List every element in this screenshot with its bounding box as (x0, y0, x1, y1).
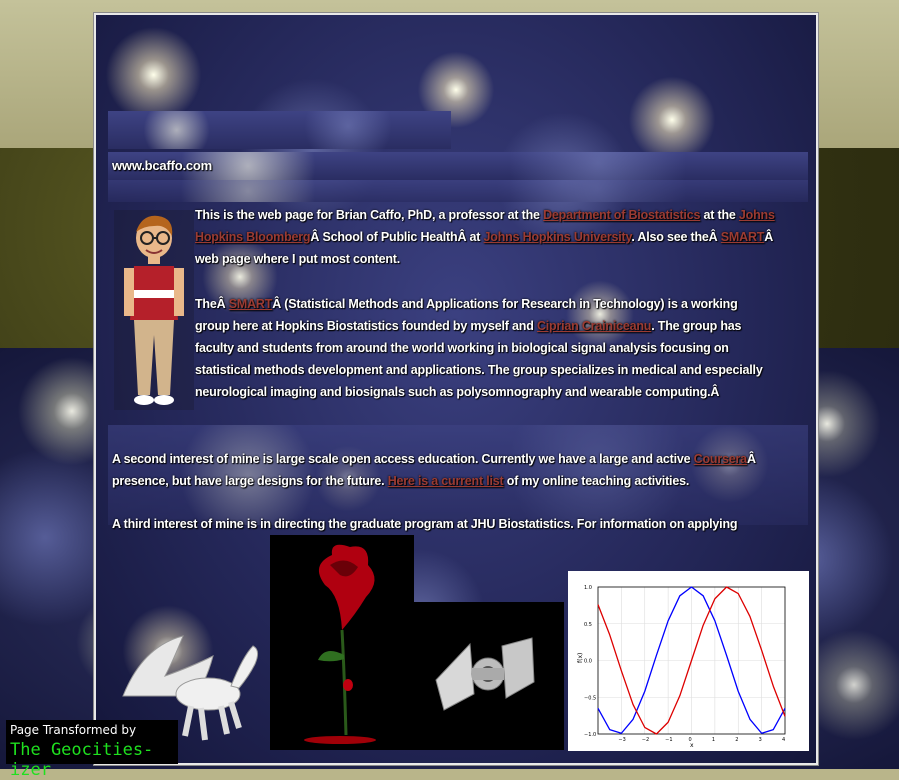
link-department-biostatistics[interactable]: Department of Biostatistics (543, 208, 700, 222)
intro-paragraph: This is the web page for Brian Caffo, Ph… (195, 204, 775, 270)
intro-text: at the (700, 208, 739, 222)
plot-xtick-label: 2 (735, 737, 738, 743)
plot-ytick-label: 0.0 (584, 659, 592, 665)
smart-paragraph: TheÂ SMARTÂ (Statistical Methods and App… (195, 293, 775, 403)
intro-text: This is the web page for Brian Caffo, Ph… (195, 208, 544, 222)
plot-xlabel: x (690, 742, 694, 749)
banner-tile (108, 111, 451, 149)
education-paragraph: A second interest of mine is large scale… (112, 448, 802, 492)
plot-xtick-label: −2 (642, 737, 649, 743)
link-current-list[interactable]: Here is a current list (388, 474, 504, 488)
smart-text: TheÂ (195, 297, 229, 311)
avatar-cartoon (114, 210, 194, 410)
badge-line1: Page Transformed by (10, 723, 137, 737)
link-smart[interactable]: SMART (721, 230, 765, 244)
plot-ytick-label: 1.0 (584, 585, 592, 591)
badge-line2: The Geocities-izer (10, 740, 154, 780)
plot-xtick-label: 3 (759, 737, 762, 743)
link-coursera[interactable]: Coursera (694, 452, 747, 466)
spaceship-image (414, 602, 564, 750)
geocities-izer-badge[interactable]: Page Transformed by The Geocities-izer (6, 720, 178, 780)
link-ciprian-crainiceanu[interactable]: Ciprian Crainiceanu (537, 319, 651, 333)
education-text: A second interest of mine is large scale… (112, 452, 694, 466)
plot-ytick-label: 0.5 (584, 622, 592, 628)
plot-xtick-label: −3 (618, 737, 625, 743)
graduate-paragraph: A third interest of mine is in directing… (112, 513, 802, 535)
site-url-label[interactable]: www.bcaffo.com (112, 155, 212, 177)
tile-strip (108, 180, 808, 202)
plot-ytick-label: −0.5 (584, 695, 596, 701)
plot-xtick-label: 4 (782, 737, 785, 743)
graduate-text: A third interest of mine is in directing… (112, 517, 738, 531)
plot-xtick-label: −1 (665, 737, 672, 743)
intro-text: . Also see theÂ (631, 230, 721, 244)
function-plot-chart: −3 −2 −1 0 1 2 3 41.00.50.0−0.5−1.0 f(x) x (568, 571, 809, 751)
plot-xtick-label: 1 (712, 737, 715, 743)
url-tile (108, 152, 808, 180)
plot-ytick-label: −1.0 (584, 732, 596, 738)
link-smart[interactable]: SMART (229, 297, 273, 311)
rose-image (270, 535, 414, 750)
education-text: of my online teaching activities. (503, 474, 690, 488)
plot-ylabel: f(x) (577, 653, 584, 663)
intro-text: Â School of Public HealthÂ at (310, 230, 484, 244)
link-johns-hopkins-university[interactable]: Johns Hopkins University (484, 230, 632, 244)
